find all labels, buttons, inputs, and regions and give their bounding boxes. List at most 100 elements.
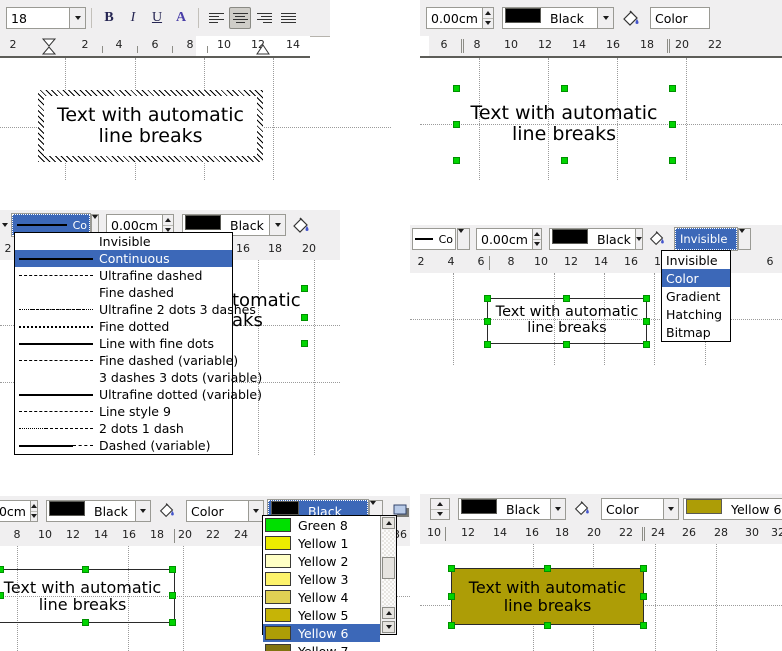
text-box-selected[interactable]: Text with automatic line breaks bbox=[456, 88, 672, 160]
selection-handle[interactable] bbox=[563, 295, 570, 302]
chevron-down-icon[interactable] bbox=[597, 8, 613, 28]
selection-handle[interactable] bbox=[669, 121, 676, 128]
line-style-option[interactable]: Ultrafine dotted (variable) bbox=[15, 386, 262, 403]
stepper-up-icon[interactable] bbox=[482, 8, 493, 19]
fill-color-option[interactable]: Yellow 1 bbox=[263, 534, 380, 552]
selection-handle[interactable] bbox=[0, 592, 4, 599]
scrollbar-thumb[interactable] bbox=[382, 557, 395, 579]
bold-button[interactable]: B bbox=[98, 7, 120, 29]
scroll-up-button[interactable] bbox=[382, 517, 395, 529]
selection-handle[interactable] bbox=[453, 121, 460, 128]
selection-handle[interactable] bbox=[301, 285, 308, 292]
horizontal-ruler[interactable]: 2 2 4 6 8 10 12 14 bbox=[0, 36, 310, 58]
fill-style-combo[interactable]: Color bbox=[186, 500, 264, 522]
line-width-spinner[interactable]: 00cm bbox=[0, 500, 38, 522]
chevron-down-icon[interactable] bbox=[269, 215, 285, 235]
fill-color-list[interactable]: Green 8 Yellow 1 Yellow 2 Yellow 3 Yello… bbox=[263, 516, 380, 651]
line-style-option[interactable]: Ultrafine dashed bbox=[15, 267, 232, 284]
fill-style-option[interactable]: Hatching bbox=[662, 305, 730, 323]
line-style-option[interactable]: Dashed (variable) bbox=[15, 437, 232, 454]
line-style-option[interactable]: Invisible bbox=[15, 233, 232, 250]
line-style-option[interactable]: Line with fine dots bbox=[15, 335, 232, 352]
stepper-up-icon[interactable] bbox=[532, 229, 541, 240]
fill-style-option-selected[interactable]: Color bbox=[662, 269, 730, 287]
scrollbar-track[interactable] bbox=[382, 579, 395, 606]
line-style-option[interactable]: Line style 9 bbox=[15, 403, 232, 420]
selection-handle[interactable] bbox=[453, 157, 460, 164]
selection-handle[interactable] bbox=[643, 341, 650, 348]
fill-paint-can-icon[interactable] bbox=[157, 500, 179, 522]
chevron-down-icon[interactable] bbox=[135, 501, 150, 521]
fill-color-option[interactable]: Yellow 2 bbox=[263, 552, 380, 570]
line-width-spinner[interactable]: 0.00cm bbox=[426, 7, 494, 29]
fill-paint-can-icon[interactable] bbox=[647, 228, 669, 250]
chevron-down-icon[interactable] bbox=[248, 501, 263, 521]
selection-handle[interactable] bbox=[301, 314, 308, 321]
fill-style-option[interactable]: Bitmap bbox=[662, 323, 730, 341]
stepper-up-icon[interactable] bbox=[162, 215, 173, 226]
fill-style-dropdown-menu[interactable]: Invisible Color Gradient Hatching Bitmap bbox=[661, 250, 731, 342]
align-justify-button[interactable] bbox=[277, 7, 299, 29]
selection-handle[interactable] bbox=[169, 592, 176, 599]
selection-handle[interactable] bbox=[484, 341, 491, 348]
selection-handle[interactable] bbox=[484, 295, 491, 302]
stepper-down-icon[interactable] bbox=[533, 240, 541, 250]
fill-color-option[interactable]: Yellow 3 bbox=[263, 570, 380, 588]
fill-style-dropdown-arrow-icon[interactable] bbox=[738, 228, 751, 250]
fill-style-option[interactable]: Gradient bbox=[662, 287, 730, 305]
document-canvas[interactable]: Text with automatic line breaks bbox=[0, 58, 391, 180]
align-center-button[interactable] bbox=[229, 7, 251, 29]
selection-handle[interactable] bbox=[544, 565, 551, 572]
fill-color-option[interactable]: Yellow 4 bbox=[263, 588, 380, 606]
line-style-option[interactable]: Fine dashed (variable) bbox=[15, 352, 238, 369]
line-style-option-selected[interactable]: Continuous bbox=[15, 250, 232, 267]
tab-marker-icon[interactable] bbox=[256, 44, 270, 55]
fill-paint-can-icon[interactable] bbox=[572, 498, 594, 520]
selection-handle[interactable] bbox=[640, 622, 647, 629]
line-style-combo[interactable]: Co bbox=[412, 228, 456, 250]
stepper-down-icon[interactable] bbox=[30, 512, 37, 522]
selection-handle[interactable] bbox=[448, 622, 455, 629]
chevron-down-icon[interactable] bbox=[663, 499, 678, 519]
dropdown-scrollbar[interactable] bbox=[380, 516, 396, 634]
selection-handle[interactable] bbox=[448, 593, 455, 600]
selection-handle[interactable] bbox=[669, 157, 676, 164]
selection-handle[interactable] bbox=[640, 565, 647, 572]
text-box-filled-selected[interactable]: Text with automatic line breaks bbox=[451, 568, 644, 625]
scroll-up-button-2[interactable] bbox=[382, 607, 395, 619]
selection-handle[interactable] bbox=[563, 341, 570, 348]
selection-handle[interactable] bbox=[448, 565, 455, 572]
line-style-option[interactable]: Fine dashed bbox=[15, 284, 232, 301]
fill-style-combo[interactable]: Invisible bbox=[674, 227, 738, 251]
fill-color-dropdown-menu[interactable]: Green 8 Yellow 1 Yellow 2 Yellow 3 Yello… bbox=[262, 515, 397, 651]
line-color-combo[interactable]: Black bbox=[458, 498, 566, 520]
font-size-combo[interactable]: 18 bbox=[6, 7, 86, 29]
fill-style-combo[interactable]: Color bbox=[601, 498, 679, 520]
italic-button[interactable]: I bbox=[122, 7, 144, 29]
fill-color-combo[interactable]: Yellow 6 bbox=[683, 498, 782, 520]
selection-handle[interactable] bbox=[169, 619, 176, 626]
stepper-up-icon[interactable] bbox=[30, 501, 37, 512]
line-style-dropdown-arrow-icon[interactable] bbox=[457, 228, 470, 250]
line-width-spinner[interactable] bbox=[430, 498, 450, 520]
line-color-combo[interactable]: Black bbox=[46, 500, 151, 522]
line-style-option[interactable]: 3 dashes 3 dots (variable) bbox=[15, 369, 262, 386]
selection-handle[interactable] bbox=[643, 295, 650, 302]
scrollbar-track[interactable] bbox=[382, 530, 395, 557]
selection-handle[interactable] bbox=[484, 318, 491, 325]
text-box-selected[interactable]: Text with automatic line breaks bbox=[0, 569, 175, 623]
line-color-combo[interactable]: Black bbox=[549, 228, 643, 250]
horizontal-ruler[interactable]: 6 8 10 12 14 16 18 20 22 bbox=[420, 36, 782, 58]
selection-handle[interactable] bbox=[640, 593, 647, 600]
document-canvas[interactable]: Text with automatic line breaks bbox=[420, 58, 782, 180]
stepper-down-icon[interactable] bbox=[483, 19, 493, 29]
selection-handle[interactable] bbox=[82, 619, 89, 626]
stepper-up-icon[interactable] bbox=[431, 499, 449, 510]
selection-handle[interactable] bbox=[561, 157, 568, 164]
line-style-option[interactable]: Fine dotted bbox=[15, 318, 232, 335]
fill-style-combo[interactable]: Color bbox=[650, 7, 710, 29]
line-style-option[interactable]: 2 dots 1 dash bbox=[15, 420, 232, 437]
line-style-option[interactable]: Ultrafine 2 dots 3 dashes bbox=[15, 301, 256, 318]
align-right-button[interactable] bbox=[253, 7, 275, 29]
stepper-down-icon[interactable] bbox=[431, 510, 449, 520]
